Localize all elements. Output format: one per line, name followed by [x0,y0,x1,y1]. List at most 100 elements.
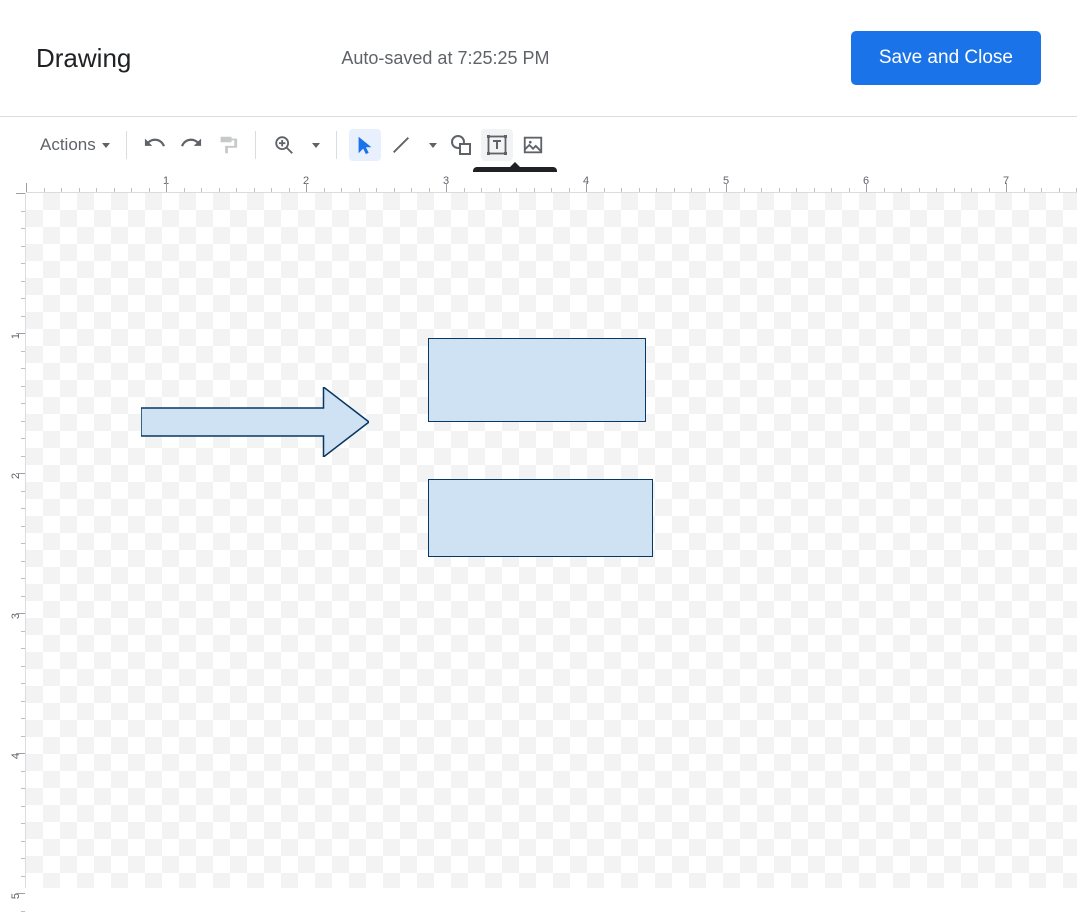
ruler-tick-minor [21,263,25,264]
paint-format-icon [216,134,238,156]
ruler-tick-major [16,893,25,894]
work-area: 12345678 12345 [0,172,1077,888]
shape-arrow[interactable] [141,387,369,457]
ruler-tick-minor [21,491,25,492]
textbox-icon [485,133,509,157]
ruler-tick-minor [779,188,780,192]
ruler-tick-minor [21,456,25,457]
ruler-tick-minor [21,876,25,877]
ruler-tick-minor [21,648,25,649]
ruler-tick-major [726,183,727,192]
ruler-tick-major [446,183,447,192]
ruler-tick-minor [1041,188,1042,192]
line-tool-button[interactable] [385,129,417,161]
shape-rectangle[interactable] [428,338,646,422]
ruler-tick-major [16,333,25,334]
ruler-tick-minor [639,188,640,192]
ruler-tick-minor [254,188,255,192]
ruler-tick-minor [814,188,815,192]
ruler-tick-minor [131,188,132,192]
image-icon [522,134,544,156]
shape-icon [449,133,473,157]
ruler-tick-minor [21,246,25,247]
ruler-tick-minor [21,858,25,859]
ruler-tick-minor [21,911,25,912]
zoom-button[interactable] [268,129,300,161]
paint-format-button[interactable] [211,129,243,161]
ruler-tick-minor [21,823,25,824]
ruler-tick-minor [569,188,570,192]
dialog-title: Drawing [36,43,131,74]
ruler-tick-major [1006,183,1007,192]
ruler-tick-minor [919,188,920,192]
ruler-tick-minor [219,188,220,192]
ruler-tick-minor [21,631,25,632]
autosave-status: Auto-saved at 7:25:25 PM [131,48,850,69]
redo-button[interactable] [175,129,207,161]
ruler-tick-minor [184,188,185,192]
actions-menu-label: Actions [40,135,98,155]
shape-rectangle[interactable] [428,479,653,557]
ruler-tick-minor [21,543,25,544]
ruler-tick-minor [21,298,25,299]
ruler-tick-minor [96,188,97,192]
ruler-tick-minor [656,188,657,192]
ruler-tick-minor [971,188,972,192]
ruler-tick-minor [21,578,25,579]
chevron-down-icon [102,143,110,148]
ruler-tick-minor [796,188,797,192]
ruler-tick-minor [954,188,955,192]
vertical-ruler[interactable]: 12345 [0,193,26,888]
ruler-tick-minor [21,561,25,562]
line-dropdown-button[interactable] [421,129,441,161]
ruler-tick-minor [21,438,25,439]
ruler-tick-minor [21,806,25,807]
chevron-down-icon [312,143,320,148]
ruler-tick-minor [604,188,605,192]
ruler-tick-minor [621,188,622,192]
ruler-tick-minor [429,188,430,192]
ruler-tick-major [306,183,307,192]
ruler-tick-minor [534,188,535,192]
image-tool-button[interactable] [517,129,549,161]
ruler-tick-minor [21,386,25,387]
ruler-tick-minor [324,188,325,192]
textbox-tool-button[interactable] [481,129,513,161]
select-cursor-icon [354,134,376,156]
ruler-tick-minor [709,188,710,192]
toolbar-separator [126,131,127,159]
ruler-tick-minor [21,596,25,597]
ruler-tick-minor [21,281,25,282]
actions-menu-button[interactable]: Actions [36,129,114,161]
ruler-tick-minor [21,718,25,719]
ruler-tick-minor [271,188,272,192]
ruler-tick-minor [21,701,25,702]
ruler-tick-minor [79,188,80,192]
ruler-tick-minor [674,188,675,192]
toolbar: Actions [0,117,1077,173]
ruler-tick-minor [831,188,832,192]
toolbar-separator [255,131,256,159]
ruler-tick-major [26,183,27,192]
chevron-down-icon [429,143,437,148]
shape-tool-button[interactable] [445,129,477,161]
ruler-tick-minor [61,188,62,192]
save-and-close-button[interactable]: Save and Close [851,31,1041,85]
ruler-tick-major [166,183,167,192]
horizontal-ruler[interactable]: 12345678 [26,172,1077,193]
ruler-tick-minor [884,188,885,192]
ruler-tick-minor [21,368,25,369]
ruler-tick-major [16,473,25,474]
undo-button[interactable] [139,129,171,161]
ruler-tick-minor [114,188,115,192]
drawing-canvas[interactable] [26,193,1077,888]
ruler-tick-minor [989,188,990,192]
ruler-tick-minor [359,188,360,192]
ruler-tick-minor [21,211,25,212]
ruler-tick-minor [551,188,552,192]
zoom-dropdown-button[interactable] [304,129,324,161]
ruler-tick-minor [411,188,412,192]
select-tool-button[interactable] [349,129,381,161]
ruler-tick-minor [21,736,25,737]
ruler-tick-minor [499,188,500,192]
